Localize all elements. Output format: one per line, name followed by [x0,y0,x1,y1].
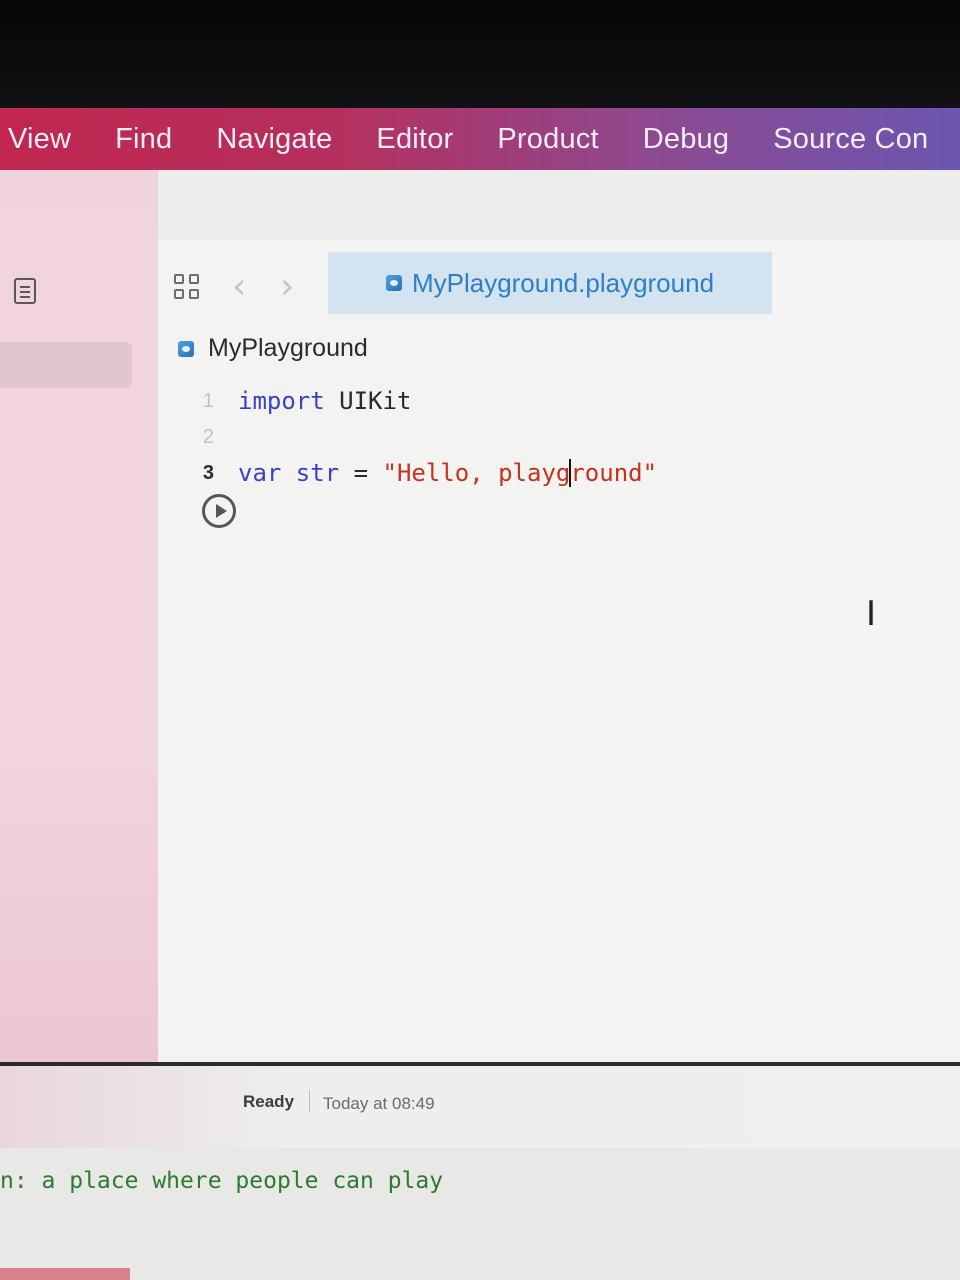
navigator-selected-item[interactable] [0,342,132,388]
screen-bezel [0,0,960,110]
menu-navigate[interactable]: Navigate [194,123,354,156]
tab-label: MyPlayground.playground [411,267,715,298]
menu-find[interactable]: Find [93,123,194,156]
code-line[interactable]: 1 import UIKit [158,384,412,418]
terminal-output-line: n: a place where people can play [0,1168,444,1194]
back-chevron-icon[interactable]: ‹ [232,266,246,307]
identifier-token: UIKit [324,387,412,415]
line-number: 3 [202,461,214,484]
identifier-token: str [281,459,340,487]
menu-bar: View Find Navigate Editor Product Debug … [0,108,960,170]
operator-token: = [339,459,383,487]
editor-area: ‹ › MyPlayground.playground MyPlayground… [158,170,960,1062]
jump-bar-label: MyPlayground [208,334,368,362]
menu-product[interactable]: Product [475,123,620,156]
navigator-toggle-icon[interactable] [14,278,36,304]
terminal-highlight [0,1268,130,1280]
forward-chevron-icon[interactable]: › [280,266,294,307]
string-token: round" [570,459,658,487]
run-playground-icon[interactable] [202,494,236,528]
menu-debug[interactable]: Debug [621,123,751,156]
related-items-grid-icon[interactable] [174,274,202,302]
swift-file-icon [385,275,402,291]
status-bar: Ready Today at 08:49 [0,1066,960,1148]
menu-editor[interactable]: Editor [354,123,475,156]
status-timestamp: Today at 08:49 [323,1094,435,1113]
jump-bar[interactable]: MyPlayground [178,334,368,363]
status-separator [309,1090,310,1112]
keyword-token: import [238,387,325,415]
line-number: 1 [202,389,214,412]
line-number: 2 [202,425,214,448]
editor-header-shade [158,170,960,240]
swift-file-icon [178,340,194,357]
terminal-window[interactable]: n: a place where people can play [0,1148,960,1280]
menu-source-control[interactable]: Source Con [751,123,950,156]
string-token: "Hello, playg [382,459,571,487]
menu-view[interactable]: View [0,123,93,156]
tab-myplayground[interactable]: MyPlayground.playground [328,252,772,314]
code-line[interactable]: 2 [158,420,238,454]
status-state: Ready [243,1092,295,1111]
keyword-token: var [238,459,282,487]
ibeam-cursor-icon: I [866,594,877,634]
code-line[interactable]: 3 var str = "Hello, playg round" [158,456,657,490]
navigator-sidebar [0,170,158,1062]
